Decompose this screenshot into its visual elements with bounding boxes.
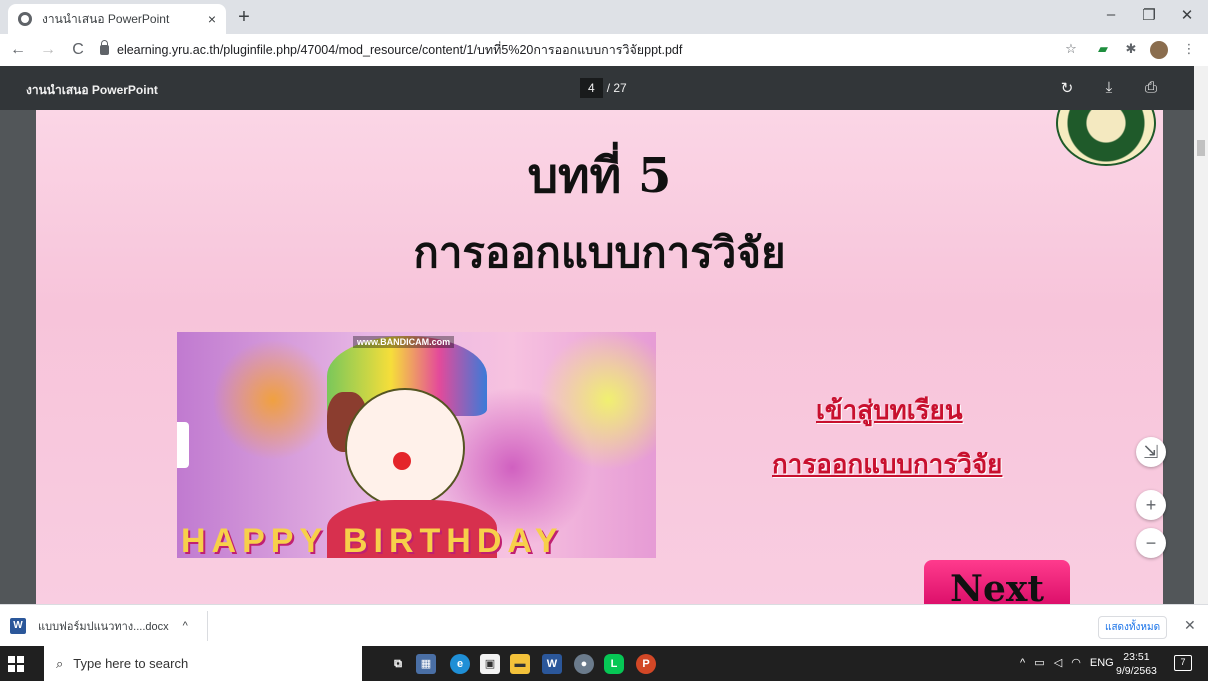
- video-thumbnail[interactable]: www.BANDICAM.com HAPPY BIRTHDAY: [177, 332, 656, 558]
- vertical-scrollbar[interactable]: [1194, 66, 1208, 604]
- avatar[interactable]: [1150, 41, 1168, 59]
- file-explorer-icon[interactable]: ▬: [510, 654, 530, 674]
- back-icon[interactable]: ←: [6, 41, 30, 59]
- battery-icon[interactable]: ▭: [1034, 657, 1044, 669]
- notification-icon[interactable]: 7: [1174, 655, 1192, 671]
- extension-icon[interactable]: ▰: [1094, 41, 1112, 59]
- clown-nose: [393, 452, 411, 470]
- birthday-banner: HAPPY BIRTHDAY: [181, 522, 564, 558]
- start-button[interactable]: [8, 656, 24, 672]
- windows-taskbar: ⌕ Type here to search ⧉ ▦ e ▣ ▬ W ● L P …: [0, 646, 1208, 681]
- star-icon[interactable]: ☆: [1062, 41, 1080, 59]
- rotate-icon[interactable]: ↻: [1058, 79, 1076, 97]
- tab-strip: งานนำเสนอ PowerPoint × + – ❐ ✕: [0, 0, 1208, 34]
- show-all-button[interactable]: แสดงทั้งหมด: [1098, 616, 1168, 639]
- system-tray: ^ ▭ ◁ ◠ ENG: [1020, 656, 1114, 669]
- new-tab-button[interactable]: +: [232, 6, 256, 29]
- clock-date: 9/9/2563: [1116, 665, 1157, 677]
- search-icon: ⌕: [56, 655, 64, 671]
- page-indicator: 4 / 27: [580, 78, 627, 98]
- reload-icon[interactable]: C: [66, 41, 90, 59]
- fit-page-button[interactable]: ⇲: [1136, 437, 1166, 467]
- clock-time: 23:51: [1123, 651, 1150, 663]
- chevron-up-icon[interactable]: ^: [183, 620, 188, 632]
- video-watermark: www.BANDICAM.com: [353, 336, 455, 348]
- store-icon[interactable]: ▣: [480, 654, 500, 674]
- word-doc-icon: W: [10, 618, 26, 634]
- print-icon[interactable]: ⎙: [1142, 79, 1160, 97]
- window-close-button[interactable]: ✕: [1172, 6, 1202, 24]
- zoom-in-button[interactable]: +: [1136, 490, 1166, 520]
- pdf-title: งานนำเสนอ PowerPoint: [26, 83, 158, 97]
- video-arrow[interactable]: [177, 422, 189, 468]
- menu-icon[interactable]: ⋮: [1180, 41, 1198, 59]
- pdf-toolbar: งานนำเสนอ PowerPoint 4 / 27 ↻ ⤓ ⎙: [0, 66, 1194, 110]
- download-icon[interactable]: ⤓: [1100, 79, 1118, 97]
- scrollbar-thumb[interactable]: [1197, 140, 1205, 156]
- globe-icon: [18, 12, 32, 26]
- restore-button[interactable]: ❐: [1134, 6, 1164, 24]
- download-bar: W แบบฟอร์มปแนวทาง....docx ^ แสดงทั้งหมด …: [0, 604, 1208, 646]
- browser-tab[interactable]: งานนำเสนอ PowerPoint ×: [8, 4, 226, 34]
- clock[interactable]: 23:51 9/9/2563: [1116, 650, 1157, 678]
- puzzle-icon[interactable]: ✱: [1122, 41, 1140, 59]
- forward-icon[interactable]: →: [36, 41, 60, 59]
- pdf-viewer[interactable]: บทที่ 5 การออกแบบการวิจัย www.BANDICAM.c…: [0, 110, 1194, 604]
- minimize-button[interactable]: –: [1096, 6, 1126, 23]
- calculator-icon[interactable]: ▦: [416, 654, 436, 674]
- task-view-icon[interactable]: ⧉: [388, 654, 408, 674]
- chevron-up-tray-icon[interactable]: ^: [1020, 657, 1025, 669]
- search-placeholder: Type here to search: [73, 656, 189, 671]
- edge-icon[interactable]: e: [450, 654, 470, 674]
- download-file-name: แบบฟอร์มปแนวทาง....docx: [38, 621, 169, 633]
- language-indicator[interactable]: ENG: [1090, 657, 1114, 669]
- download-item[interactable]: W แบบฟอร์มปแนวทาง....docx ^: [10, 611, 208, 641]
- word-icon[interactable]: W: [542, 654, 562, 674]
- taskbar-search[interactable]: ⌕ Type here to search: [44, 646, 362, 681]
- enter-lesson-link[interactable]: เข้าสู่บทเรียน: [816, 390, 963, 431]
- page-number-input[interactable]: 4: [580, 78, 603, 98]
- page-total: / 27: [606, 81, 627, 95]
- tab-close-icon[interactable]: ×: [208, 11, 216, 27]
- powerpoint-icon[interactable]: P: [636, 654, 656, 674]
- line-icon[interactable]: L: [604, 654, 624, 674]
- slide-heading: บทที่ 5: [527, 148, 672, 204]
- address-bar[interactable]: elearning.yru.ac.th/pluginfile.php/47004…: [100, 38, 1088, 62]
- download-bar-close-icon[interactable]: ✕: [1184, 617, 1196, 634]
- tab-title: งานนำเสนอ PowerPoint: [42, 11, 170, 26]
- lock-icon: [100, 40, 109, 55]
- next-button[interactable]: Next: [924, 560, 1070, 604]
- chrome-icon[interactable]: ●: [574, 654, 594, 674]
- url-text: elearning.yru.ac.th/pluginfile.php/47004…: [117, 43, 683, 57]
- zoom-out-button[interactable]: −: [1136, 528, 1166, 558]
- research-design-link[interactable]: การออกแบบการวิจัย: [772, 444, 1002, 485]
- clown-face: [345, 388, 465, 508]
- pdf-page: บทที่ 5 การออกแบบการวิจัย www.BANDICAM.c…: [36, 110, 1163, 604]
- slide-subheading: การออกแบบการวิจัย: [413, 228, 786, 277]
- wifi-icon[interactable]: ◠: [1071, 657, 1081, 669]
- browser-toolbar: ← → C elearning.yru.ac.th/pluginfile.php…: [0, 34, 1208, 66]
- volume-icon[interactable]: ◁: [1054, 657, 1062, 669]
